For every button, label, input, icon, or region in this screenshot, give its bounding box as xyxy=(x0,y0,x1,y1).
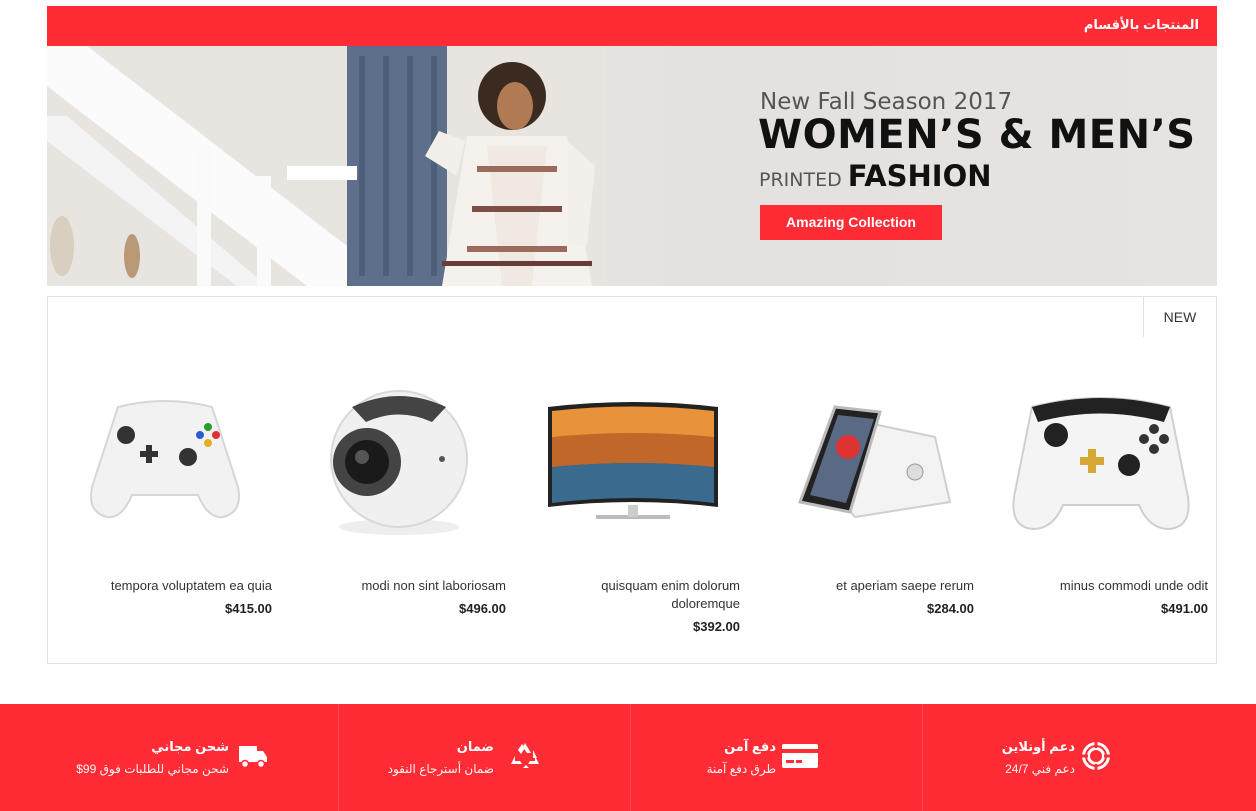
product-name[interactable]: modi non sint laboriosam xyxy=(306,577,506,595)
product-price: $284.00 xyxy=(927,601,974,616)
gamepad-controller-icon[interactable] xyxy=(48,377,282,557)
product-card[interactable]: tempora voluptatem ea quia $415.00 xyxy=(48,297,282,665)
banner-headline: WOMEN’S & MEN’S xyxy=(758,112,1196,158)
product-price: $392.00 xyxy=(693,619,740,634)
feature-title: ضمان xyxy=(456,739,494,754)
feature-desc: ضمان أسترجاع النقود xyxy=(387,762,494,776)
feature-title: دعم أونلاين xyxy=(1001,739,1075,754)
product-card[interactable]: quisquam enim dolorum doloremque $392.00 xyxy=(516,297,750,665)
smartphone-icon[interactable] xyxy=(750,377,984,557)
product-card[interactable]: modi non sint laboriosam $496.00 xyxy=(282,297,516,665)
feature-title: دفع آمن xyxy=(724,739,776,754)
360-camera-icon[interactable] xyxy=(282,377,516,557)
product-name[interactable]: et aperiam saepe rerum xyxy=(774,577,974,595)
banner-fashion: FASHION xyxy=(847,159,992,193)
lifebuoy-icon xyxy=(1082,742,1110,770)
feature-free-shipping: شحن مجاني شحن مجاني للطلبات فوق 99$ xyxy=(47,704,339,811)
category-bar-label[interactable]: المنتجات بالأقسام xyxy=(1084,17,1199,33)
product-card[interactable]: minus commodi unde odit $491.00 xyxy=(984,297,1218,665)
curved-tv-icon[interactable] xyxy=(516,377,750,557)
feature-guarantee: ضمان ضمان أسترجاع النقود xyxy=(339,704,631,811)
gamepad-controller-gold-icon[interactable] xyxy=(984,377,1218,557)
amazing-collection-button[interactable]: Amazing Collection xyxy=(760,205,942,240)
product-price: $496.00 xyxy=(459,601,506,616)
features-bar-edge-right xyxy=(1217,704,1256,811)
feature-desc: شحن مجاني للطلبات فوق 99$ xyxy=(76,762,229,776)
features-bar: شحن مجاني شحن مجاني للطلبات فوق 99$ ضمان… xyxy=(47,704,1217,811)
category-bar[interactable]: المنتجات بالأقسام xyxy=(47,6,1217,46)
product-name[interactable]: quisquam enim dolorum doloremque xyxy=(540,577,740,613)
feature-online-support: دعم أونلاين دعم فني 24/7 xyxy=(923,704,1217,811)
banner-photo xyxy=(47,46,607,286)
features-bar-edge-left xyxy=(0,704,47,811)
recycle-icon xyxy=(511,743,539,768)
product-card[interactable]: et aperiam saepe rerum $284.00 xyxy=(750,297,984,665)
products-panel: NEW tempora voluptatem ea quia $415.00 m… xyxy=(47,296,1217,664)
credit-card-icon xyxy=(782,744,818,768)
banner-subheadline: PRINTED FASHION xyxy=(759,159,992,193)
hero-banner: New Fall Season 2017 WOMEN’S & MEN’S PRI… xyxy=(47,46,1217,286)
feature-title: شحن مجاني xyxy=(151,739,229,754)
product-price: $415.00 xyxy=(225,601,272,616)
feature-desc: دعم فني 24/7 xyxy=(1005,762,1075,776)
page: المنتجات بالأقسام New Fall Season 2017 W… xyxy=(0,0,1256,811)
truck-icon xyxy=(239,746,267,769)
product-name[interactable]: tempora voluptatem ea quia xyxy=(72,577,272,595)
product-name[interactable]: minus commodi unde odit xyxy=(1008,577,1208,595)
product-price: $491.00 xyxy=(1161,601,1208,616)
banner-printed: PRINTED xyxy=(759,169,842,191)
feature-desc: طرق دفع آمنة xyxy=(706,762,776,776)
feature-secure-payment: دفع آمن طرق دفع آمنة xyxy=(631,704,923,811)
